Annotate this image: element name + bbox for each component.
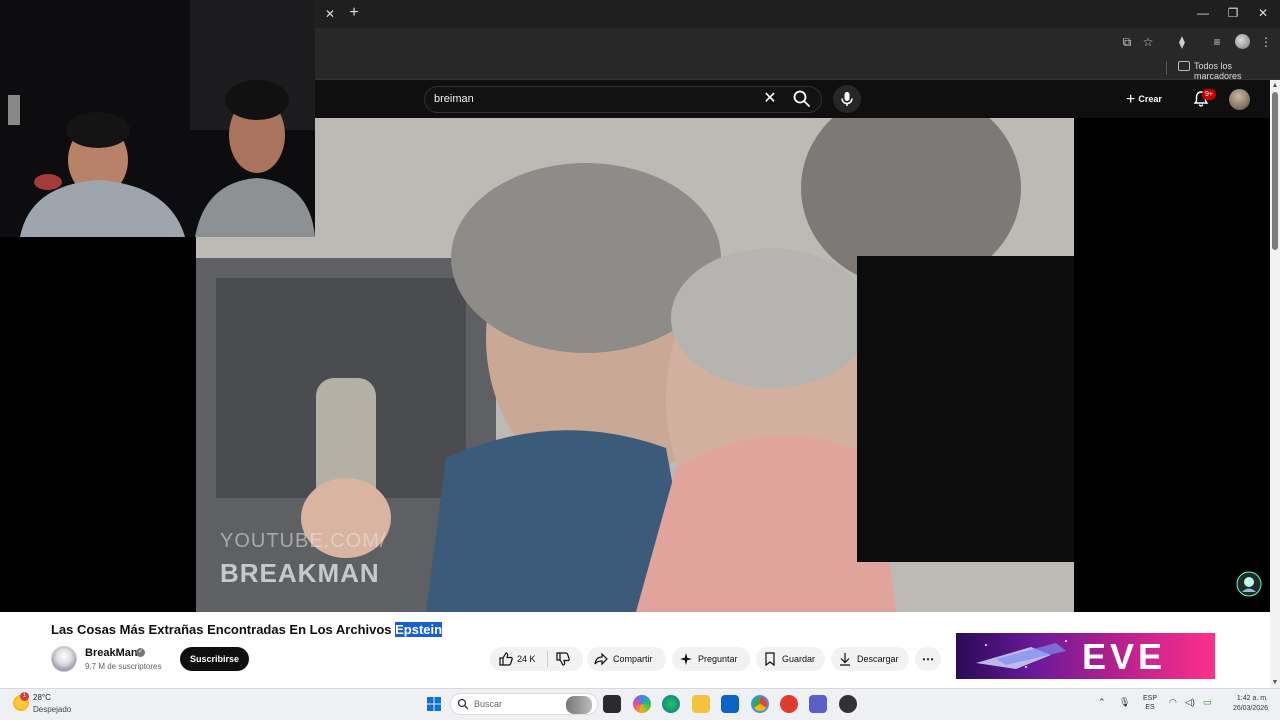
scroll-up-arrow-icon[interactable]: ▲ xyxy=(1270,81,1280,91)
file-explorer-icon[interactable] xyxy=(692,695,710,713)
edge-browser-icon[interactable] xyxy=(662,695,680,713)
bookmark-icon xyxy=(765,652,775,667)
video-watermark-url: YOUTUBE.COM/ xyxy=(220,530,387,552)
tab-close-icon[interactable]: ✕ xyxy=(322,6,338,22)
subscriber-count: 9,7 M de suscriptores xyxy=(85,662,162,671)
video-title-highlight: Epstein xyxy=(395,622,443,637)
new-tab-button[interactable]: + xyxy=(345,4,363,22)
taskbar-search-placeholder[interactable]: Buscar xyxy=(474,699,502,709)
more-actions-icon[interactable]: ⋯ xyxy=(915,647,941,671)
sparkle-icon xyxy=(680,653,692,665)
taskbar-search-icon xyxy=(457,698,469,710)
browser-profile-avatar[interactable] xyxy=(1235,34,1250,49)
system-clock[interactable]: 1:42 a. m. 26/03/2026 xyxy=(1226,694,1268,714)
ad-logo-text: EVE xyxy=(1082,636,1167,677)
copilot-icon[interactable] xyxy=(633,695,651,713)
channel-watermark-icon[interactable] xyxy=(1235,570,1263,598)
create-button[interactable]: + Crear xyxy=(1126,88,1176,110)
search-icon[interactable] xyxy=(792,89,812,109)
game-app-icon[interactable] xyxy=(839,695,857,713)
media-app-icon[interactable] xyxy=(780,695,798,713)
windows-start-icon[interactable] xyxy=(426,696,442,712)
subscribe-button[interactable]: Suscribirse xyxy=(180,647,249,671)
bookmark-star-icon[interactable]: ☆ xyxy=(1140,34,1156,50)
like-divider xyxy=(547,651,548,667)
thumbs-up-icon[interactable] xyxy=(498,651,514,667)
webcam-image xyxy=(0,0,315,237)
plus-icon: + xyxy=(1126,90,1136,108)
keyboard-layout-code: ES xyxy=(1145,704,1155,711)
like-count[interactable]: 24 K xyxy=(517,647,536,671)
account-avatar[interactable] xyxy=(1229,89,1250,110)
video-title: Las Cosas Más Extrañas Encontradas En Lo… xyxy=(51,622,443,637)
volume-icon[interactable]: ◁) xyxy=(1185,697,1195,708)
ask-label: Preguntar xyxy=(698,654,738,664)
chrome-icon[interactable] xyxy=(751,695,769,713)
webcam-overlay xyxy=(0,0,315,237)
scrollbar-thumb[interactable] xyxy=(1272,92,1278,250)
microphone-tray-icon[interactable]: 🎙 xyxy=(1119,697,1130,708)
video-title-main: Las Cosas Más Extrañas Encontradas En Lo… xyxy=(51,622,396,637)
close-window-button[interactable]: ✕ xyxy=(1249,4,1277,22)
video-watermark-channel: BREAKMAN xyxy=(220,558,380,588)
channel-avatar[interactable] xyxy=(51,646,77,672)
clock-time: 1:42 a. m. xyxy=(1236,695,1268,702)
show-hidden-icons-chevron-icon[interactable]: ⌃ xyxy=(1098,697,1106,708)
search-query[interactable]: breiman xyxy=(434,93,474,105)
outlook-icon[interactable] xyxy=(721,695,739,713)
thumbs-down-icon[interactable] xyxy=(555,651,571,667)
weather-temperature[interactable]: 28°C xyxy=(33,693,51,702)
verified-check-icon: ✓ xyxy=(136,648,145,657)
clock-date: 26/03/2026 xyxy=(1232,705,1268,712)
channel-name[interactable]: BreakMan xyxy=(85,647,138,659)
share-button[interactable]: Compartir xyxy=(587,647,666,671)
extensions-icon[interactable]: ⧫ xyxy=(1174,34,1190,50)
media-controls-icon[interactable]: ≡ xyxy=(1209,34,1225,50)
share-arrow-icon xyxy=(594,652,608,666)
clear-search-icon[interactable]: ✕ xyxy=(762,90,778,108)
microphone-icon xyxy=(841,92,853,106)
download-button[interactable]: Descargar xyxy=(831,647,909,671)
task-view-icon[interactable] xyxy=(603,695,621,713)
scroll-down-arrow-icon[interactable]: ▼ xyxy=(1270,678,1280,688)
minimize-window-button[interactable]: — xyxy=(1189,4,1217,22)
weather-badge: 1 xyxy=(20,692,29,701)
voice-search-button[interactable] xyxy=(833,85,861,113)
download-label: Descargar xyxy=(857,654,899,664)
create-label: Crear xyxy=(1138,94,1162,104)
wifi-icon[interactable]: ◠ xyxy=(1169,697,1177,708)
language-code: ESP xyxy=(1143,695,1158,702)
notifications-badge: 9+ xyxy=(1202,89,1216,100)
restore-window-button[interactable]: ❐ xyxy=(1219,4,1247,22)
weather-condition[interactable]: Despejado xyxy=(33,705,71,714)
input-language-indicator[interactable]: ESP ES xyxy=(1143,694,1157,712)
all-bookmarks-link[interactable]: Todos los marcadores xyxy=(1194,61,1280,81)
battery-icon[interactable]: ▭ xyxy=(1203,697,1212,708)
censor-block xyxy=(857,256,1074,562)
share-label: Compartir xyxy=(613,654,653,664)
download-icon xyxy=(840,653,850,666)
search-highlight-icon[interactable] xyxy=(566,696,592,714)
save-label: Guardar xyxy=(782,654,816,664)
ask-button[interactable]: Preguntar xyxy=(672,647,750,671)
browser-menu-icon[interactable]: ⋮ xyxy=(1258,34,1274,50)
save-button[interactable]: Guardar xyxy=(756,647,825,671)
teams-icon[interactable] xyxy=(809,695,827,713)
folder-icon xyxy=(1178,61,1190,71)
install-app-icon[interactable]: ⧉ xyxy=(1119,34,1135,50)
bookmarks-divider xyxy=(1166,61,1167,75)
